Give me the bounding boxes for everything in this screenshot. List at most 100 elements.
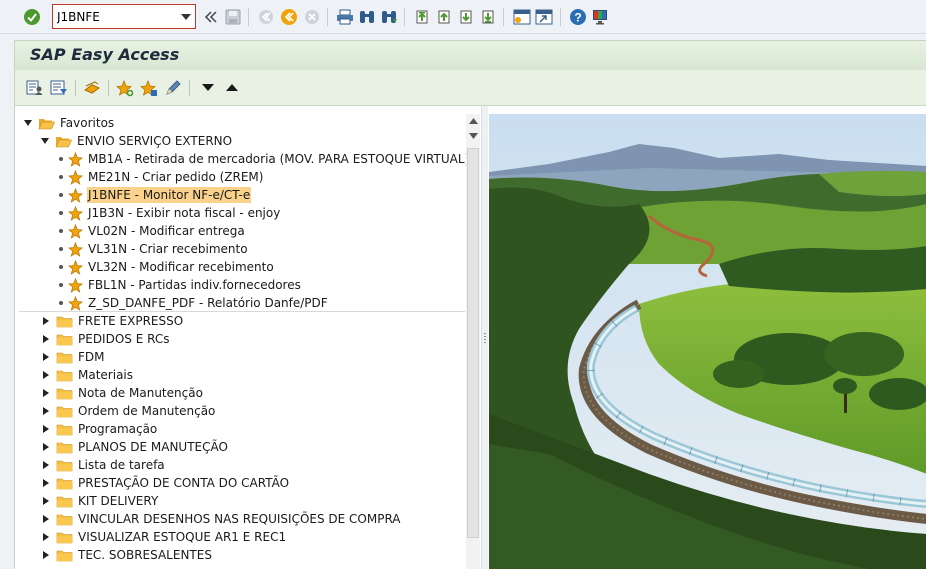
tree-folder-item[interactable]: VINCULAR DESENHOS NAS REQUISIÇÕES DE COM… [19,510,465,528]
other-menu-icon[interactable] [82,78,102,98]
expand-icon[interactable] [41,370,51,380]
last-page-icon[interactable] [478,7,498,27]
tree-node-label[interactable]: FRETE EXPRESSO [77,313,184,329]
command-field[interactable] [52,4,196,29]
expand-icon[interactable] [41,460,51,470]
collapse-icon[interactable] [40,136,50,146]
tree-transaction-item[interactable]: ME21N - Criar pedido (ZREM) [19,168,465,186]
tree-node-label[interactable]: FDM [77,349,106,365]
transaction-label[interactable]: VL32N - Modificar recebimento [87,259,275,275]
scroll-thumb[interactable] [467,148,479,538]
next-page-icon[interactable] [456,7,476,27]
expand-icon[interactable] [41,406,51,416]
first-page-icon[interactable] [412,7,432,27]
tree-transaction-item[interactable]: VL31N - Criar recebimento [19,240,465,258]
expand-icon[interactable] [41,550,51,560]
tree-transaction-item[interactable]: Z_SD_DANFE_PDF - Relatório Danfe/PDF [19,294,465,312]
tree-folder-item[interactable]: Ordem de Manutenção [19,402,465,420]
tree-transaction-item[interactable]: J1BNFE - Monitor NF-e/CT-e [19,186,465,204]
help-icon[interactable]: ? [568,7,588,27]
tree-node-label[interactable]: PEDIDOS E RCs [77,331,170,347]
tree-scrollbar[interactable] [466,114,480,569]
expand-icon[interactable] [41,316,51,326]
expand-icon[interactable] [41,496,51,506]
tree-node-label[interactable]: VISUALIZAR ESTOQUE AR1 E REC1 [77,529,287,545]
expand-icon[interactable] [41,352,51,362]
tree-node-label[interactable]: Programação [77,421,158,437]
tree-folder-item[interactable]: FDM [19,348,465,366]
back-icon[interactable] [256,7,276,27]
tree-transaction-item[interactable]: VL32N - Modificar recebimento [19,258,465,276]
tree-node-label[interactable]: PLANOS DE MANUTEÇÃO [77,439,229,455]
tree-node-label[interactable]: Nota de Manutenção [77,385,204,401]
tree-node-label[interactable]: Favoritos [59,115,115,131]
tree-node-label[interactable]: VINCULAR DESENHOS NAS REQUISIÇÕES DE COM… [77,511,402,527]
tree-folder-item[interactable]: Lista de tarefa [19,456,465,474]
tree-node-label[interactable]: KIT DELIVERY [77,493,159,509]
find-next-icon[interactable] [379,7,399,27]
expand-icon[interactable] [41,532,51,542]
expand-icon[interactable] [41,334,51,344]
add-other-favorite-icon[interactable] [139,78,159,98]
tree-folder-item[interactable]: PEDIDOS E RCs [19,330,465,348]
sap-menu-icon[interactable] [49,78,69,98]
collapse-icon[interactable] [23,118,33,128]
tree-node-envio-servico-externo[interactable]: ENVIO SERVIÇO EXTERNO [19,132,465,150]
find-icon[interactable] [357,7,377,27]
create-session-icon[interactable] [512,7,532,27]
transaction-label[interactable]: VL31N - Criar recebimento [87,241,249,257]
tree-folder-item[interactable]: VISUALIZAR ESTOQUE AR1 E REC1 [19,528,465,546]
double-chevron-left-icon[interactable] [201,7,221,27]
enter-icon[interactable] [22,7,42,27]
transaction-label[interactable]: Z_SD_DANFE_PDF - Relatório Danfe/PDF [87,295,329,311]
exit-icon[interactable] [279,7,299,27]
tree-folder-item[interactable]: PRESTAÇÃO DE CONTA DO CARTÃO [19,474,465,492]
user-menu-icon[interactable] [25,78,45,98]
transaction-label[interactable]: FBL1N - Partidas indiv.fornecedores [87,277,302,293]
tree-transaction-item[interactable]: J1B3N - Exibir nota fiscal - enjoy [19,204,465,222]
expand-icon[interactable] [41,514,51,524]
tree-transaction-item[interactable]: MB1A - Retirada de mercadoria (MOV. PARA… [19,150,469,168]
splitter-grip-icon[interactable] [483,332,487,344]
transaction-label[interactable]: ME21N - Criar pedido (ZREM) [87,169,264,185]
print-icon[interactable] [335,7,355,27]
save-icon[interactable] [223,7,243,27]
panel-splitter[interactable] [481,106,488,569]
customize-layout-icon[interactable] [590,7,610,27]
command-input[interactable] [57,8,175,25]
expand-icon[interactable] [41,388,51,398]
tree-folder-item[interactable]: PLANOS DE MANUTEÇÃO [19,438,465,456]
tree-folder-item[interactable]: FRETE EXPRESSO [19,312,465,330]
tree-node-label[interactable]: ENVIO SERVIÇO EXTERNO [76,133,233,149]
command-dropdown-icon[interactable] [180,12,192,22]
tree-node-favoritos[interactable]: Favoritos [19,114,465,132]
tree-transaction-item[interactable]: VL02N - Modificar entrega [19,222,465,240]
change-favorite-icon[interactable] [163,78,183,98]
shortcut-icon[interactable] [534,7,554,27]
tree-transaction-item[interactable]: FBL1N - Partidas indiv.fornecedores [19,276,465,294]
move-up-icon[interactable] [222,78,242,98]
transaction-label[interactable]: J1BNFE - Monitor NF-e/CT-e [87,187,252,203]
previous-page-icon[interactable] [434,7,454,27]
expand-icon[interactable] [41,424,51,434]
tree-folder-item[interactable]: Materiais [19,366,465,384]
tree-node-label[interactable]: TEC. SOBRESALENTES [77,547,213,563]
add-favorite-icon[interactable] [115,78,135,98]
expand-icon[interactable] [41,442,51,452]
tree-folder-item[interactable]: KIT DELIVERY [19,492,465,510]
transaction-label[interactable]: J1B3N - Exibir nota fiscal - enjoy [87,205,281,221]
tree-folder-item[interactable]: Programação [19,420,465,438]
tree-node-label[interactable]: Lista de tarefa [77,457,166,473]
tree-node-label[interactable]: PRESTAÇÃO DE CONTA DO CARTÃO [77,475,290,491]
tree-node-label[interactable]: Ordem de Manutenção [77,403,216,419]
expand-icon[interactable] [41,478,51,488]
scroll-down-arrow-icon[interactable] [466,129,480,143]
move-down-icon[interactable] [198,78,218,98]
transaction-label[interactable]: VL02N - Modificar entrega [87,223,246,239]
tree-folder-item[interactable]: TEC. SOBRESALENTES [19,546,465,564]
cancel-icon[interactable] [302,7,322,27]
tree-node-label[interactable]: Materiais [77,367,134,383]
transaction-label[interactable]: MB1A - Retirada de mercadoria (MOV. PARA… [87,151,470,167]
tree-folder-item[interactable]: Nota de Manutenção [19,384,465,402]
scroll-up-arrow-icon[interactable] [466,114,480,128]
